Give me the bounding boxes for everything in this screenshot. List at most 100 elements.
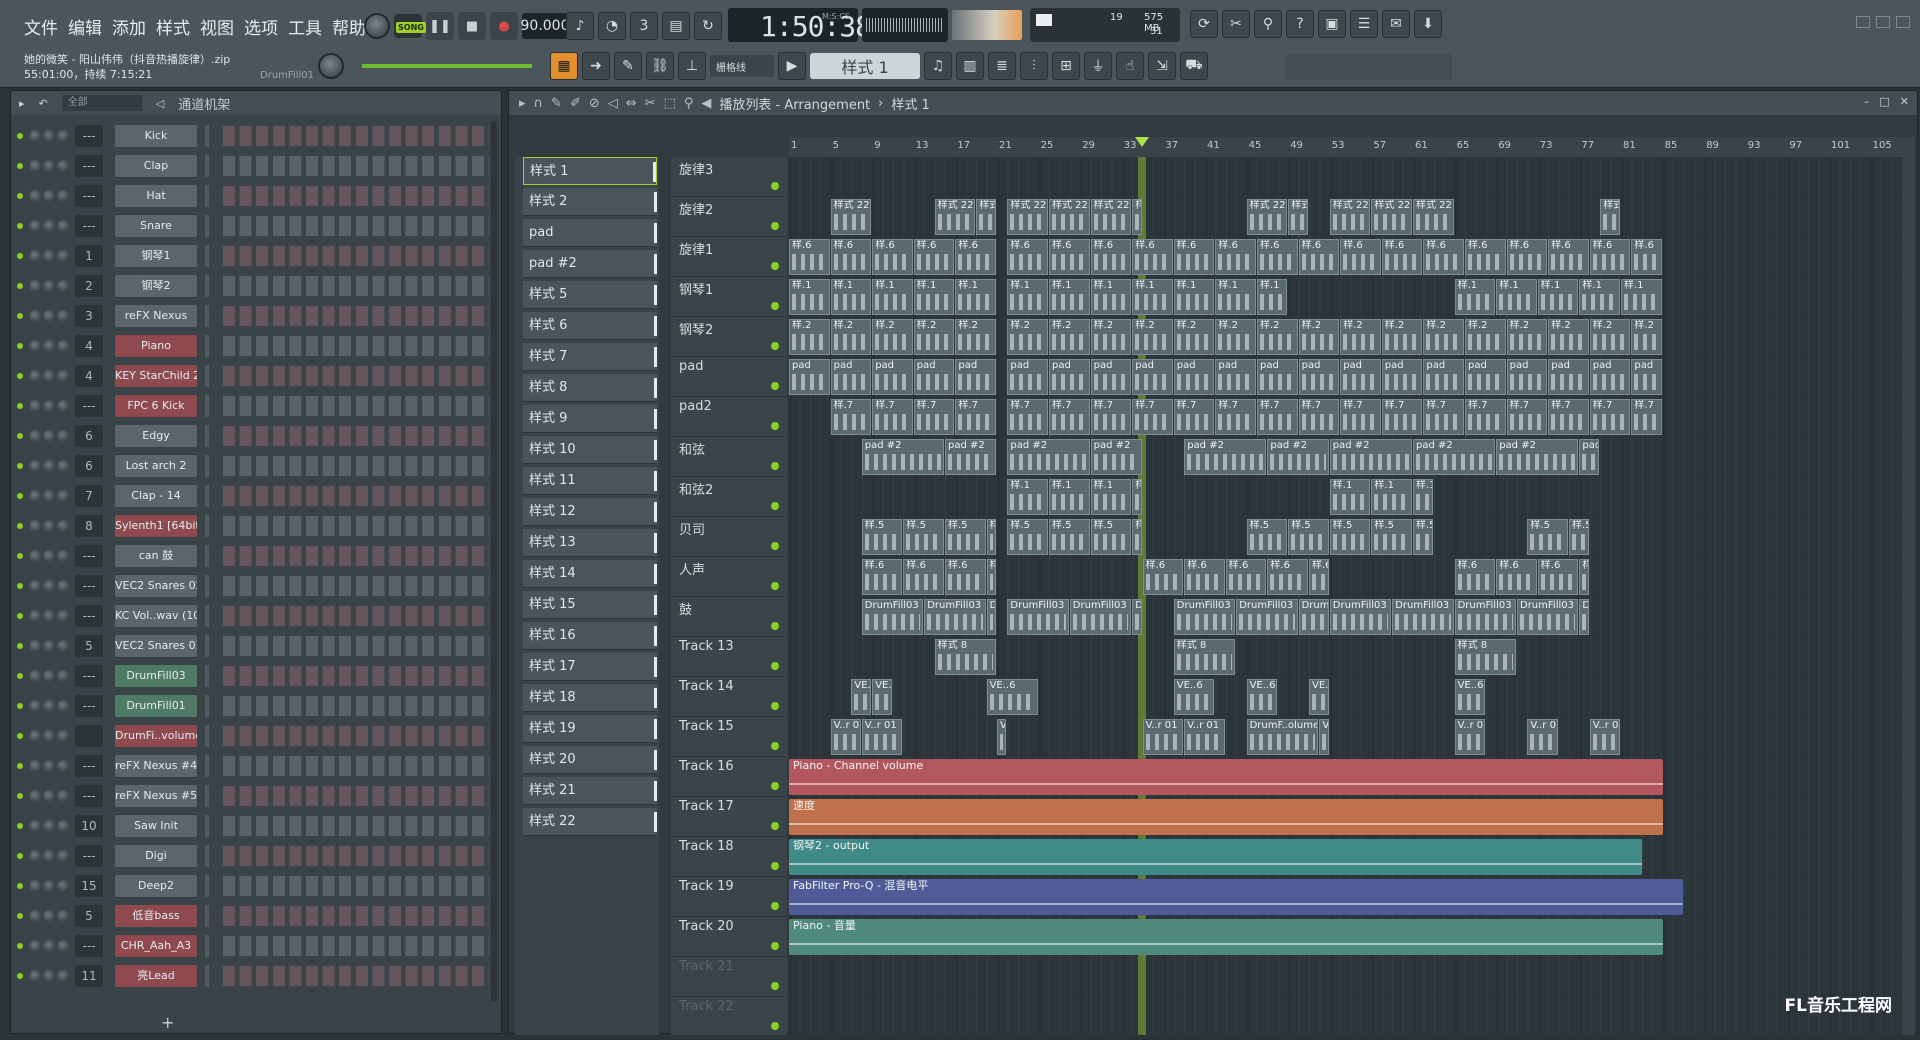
channel-pan-knob[interactable] (29, 700, 41, 712)
channel-select-indicator[interactable] (205, 545, 209, 567)
channel-select-indicator[interactable] (205, 905, 209, 927)
pattern-clip[interactable]: pad #2 (1090, 439, 1142, 475)
channel-name-button[interactable]: reFX Nexus #4 (115, 755, 197, 777)
pattern-clip[interactable]: 样.7 (913, 399, 955, 435)
pattern-clip[interactable]: 样.6 (1049, 239, 1090, 275)
step-sequencer[interactable] (223, 426, 489, 446)
countdown-button[interactable]: 3 (630, 12, 658, 40)
channel-mute-led[interactable] (17, 853, 23, 859)
channel-mute-led[interactable] (17, 703, 23, 709)
channel-pan-knob[interactable] (29, 760, 41, 772)
channel-name-button[interactable]: Clap (115, 155, 197, 177)
channel-mute-led[interactable] (17, 643, 23, 649)
pattern-clip[interactable]: 样.1 (1496, 279, 1537, 315)
channel-pan-knob[interactable] (29, 550, 41, 562)
channel-volume-knob[interactable] (43, 700, 55, 712)
pattern-clip[interactable]: 样.1 (1257, 279, 1288, 315)
track-header[interactable]: 鼓 (671, 597, 787, 637)
pattern-clip[interactable]: 样.2 (1423, 319, 1464, 355)
pattern-clip[interactable]: 样.1 (830, 279, 872, 315)
pattern-clip[interactable]: 样.6 (830, 239, 872, 275)
channel-pan-knob[interactable] (29, 250, 41, 262)
pattern-clip[interactable]: 样.7 (1132, 399, 1173, 435)
step-sequencer[interactable] (223, 666, 489, 686)
channel-row[interactable]: --- DrumFill01 (11, 691, 491, 721)
channel-volume-knob[interactable] (43, 730, 55, 742)
step-sequencer[interactable] (223, 306, 489, 326)
pattern-clip[interactable]: pad #2 (1579, 439, 1600, 475)
pattern-clip[interactable]: pad (1090, 359, 1132, 395)
channel-mute-led[interactable] (17, 133, 23, 139)
pattern-clip[interactable]: V..r 01 (1589, 719, 1620, 755)
channel-volume-knob[interactable] (43, 670, 55, 682)
pattern-clip[interactable]: DrumFill03 (1298, 599, 1329, 635)
step-sequencer[interactable] (223, 456, 489, 476)
pattern-clip[interactable]: pad (1132, 359, 1173, 395)
pattern-clip[interactable]: DrumFill03 (1132, 599, 1142, 635)
channel-volume-knob[interactable] (43, 310, 55, 322)
channel-name-button[interactable]: VEC2 Snares 022 (115, 575, 197, 597)
link-button[interactable]: ⛓ (646, 52, 674, 80)
channel-select-indicator[interactable] (205, 935, 209, 957)
pattern-clip[interactable]: DrumFill03 (1069, 599, 1132, 635)
step-sequencer[interactable] (223, 906, 489, 926)
channel-row[interactable]: 1 钢琴1 (11, 241, 491, 271)
channel-row[interactable]: 4 KEY StarChild 2 (11, 361, 491, 391)
pattern-clip[interactable]: VE..6 (872, 679, 892, 715)
snap-select[interactable]: 栅格线 (710, 55, 774, 77)
pattern-clip[interactable]: DrumFill03 (986, 599, 996, 635)
pattern-clip[interactable]: 样.5 (1569, 519, 1589, 555)
channel-volume-knob[interactable] (43, 370, 55, 382)
channel-select-indicator[interactable] (205, 965, 209, 987)
step-sequencer[interactable] (223, 246, 489, 266)
track-enable-led[interactable] (771, 742, 779, 750)
pattern-item[interactable]: 样式 22 (523, 808, 657, 836)
track-enable-led[interactable] (771, 662, 779, 670)
step-sequencer[interactable] (223, 876, 489, 896)
pattern-clip[interactable]: V..r 01 (1142, 719, 1184, 755)
pattern-clip[interactable]: pad #2 (1496, 439, 1579, 475)
pattern-clip[interactable]: 样.5 (1246, 519, 1288, 555)
rack-undo-icon[interactable]: ↶ (39, 97, 48, 110)
pattern-clip[interactable]: pad #2 (1267, 439, 1329, 475)
pattern-item[interactable]: 样式 20 (523, 746, 657, 774)
channel-select-indicator[interactable] (205, 395, 209, 417)
channel-name-button[interactable]: Digi (115, 845, 197, 867)
channel-row[interactable]: 5 VEC2 Snares 034 (11, 631, 491, 661)
channel-mix-knob[interactable] (57, 610, 69, 622)
channel-mute-led[interactable] (17, 583, 23, 589)
pattern-clip[interactable]: 样.2 (872, 319, 913, 355)
automation-clip[interactable]: Piano - 音量 (789, 919, 1663, 955)
mute-icon[interactable]: ◁ (608, 96, 618, 111)
stamp-button[interactable]: ⊥ (678, 52, 706, 80)
pattern-clip[interactable]: 样.2 (1381, 319, 1423, 355)
pattern-clip[interactable]: 样.1 (1215, 279, 1256, 315)
channel-mix-knob[interactable] (57, 670, 69, 682)
channel-pan-knob[interactable] (29, 730, 41, 742)
pattern-clip[interactable]: 样.2 (1173, 319, 1215, 355)
channel-volume-knob[interactable] (43, 850, 55, 862)
loop-record-button[interactable]: ↻ (694, 12, 722, 40)
pattern-clip[interactable]: pad (789, 359, 830, 395)
track-header[interactable]: 钢琴2 (671, 317, 787, 357)
channel-volume-knob[interactable] (43, 400, 55, 412)
pattern-clip[interactable]: 样.5 (1090, 519, 1132, 555)
pattern-clip[interactable]: pad (1465, 359, 1506, 395)
track-header[interactable]: Track 14 (671, 677, 787, 717)
channel-mix-knob[interactable] (57, 820, 69, 832)
pattern-clip[interactable]: V..r 01 (1184, 719, 1225, 755)
pattern-item[interactable]: 样式 17 (523, 653, 657, 681)
pattern-clip[interactable]: 样.7 (1589, 399, 1631, 435)
pattern-clip[interactable]: 样.5 (986, 519, 996, 555)
channel-row[interactable]: --- CHR_Aah_A3 (11, 931, 491, 961)
step-sequencer[interactable] (223, 936, 489, 956)
channel-mute-led[interactable] (17, 163, 23, 169)
track-header[interactable]: Track 16 (671, 757, 787, 797)
channel-select-indicator[interactable] (205, 815, 209, 837)
pattern-clip[interactable]: 样.6 (903, 559, 944, 595)
pattern-clip[interactable]: 样.1 (1413, 479, 1433, 515)
pattern-clip[interactable]: 样.2 (1340, 319, 1381, 355)
step-sequencer[interactable] (223, 126, 489, 146)
channel-name-button[interactable]: Lost arch 2 (115, 455, 197, 477)
track-enable-led[interactable] (771, 622, 779, 630)
